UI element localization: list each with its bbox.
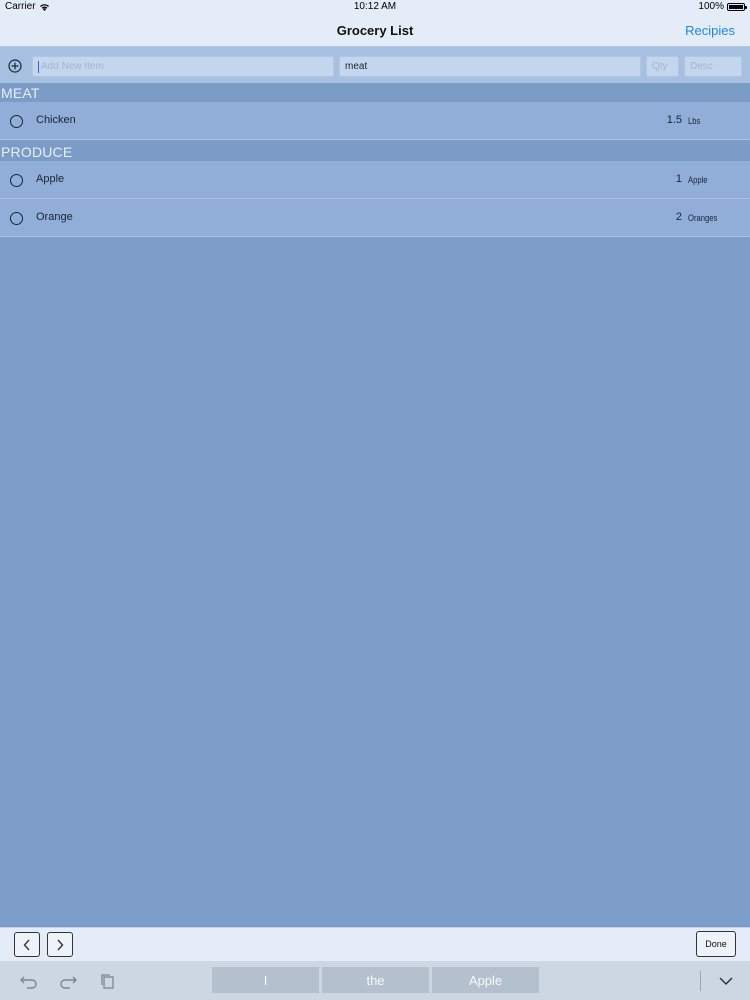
section-title: MEAT — [1, 84, 40, 101]
item-name: Chicken — [36, 114, 76, 126]
paste-icon[interactable] — [98, 973, 118, 989]
keyboard-toolbar: Done — [0, 927, 750, 961]
status-bar: Carrier 10:12 AM 100% — [0, 0, 750, 14]
text-caret — [38, 60, 39, 73]
recipes-button[interactable]: Recipies — [685, 23, 735, 38]
battery-info: 100% — [698, 1, 747, 12]
page-title: Grocery List — [336, 23, 414, 38]
item-qty: 2 — [675, 211, 682, 223]
next-field-button[interactable] — [47, 932, 73, 957]
suggestion-3[interactable]: Apple — [432, 967, 539, 993]
checkbox-circle-icon[interactable] — [10, 212, 23, 225]
suggestion-2[interactable]: the — [322, 967, 429, 993]
battery-icon — [727, 2, 747, 11]
add-circle-icon[interactable] — [8, 59, 22, 73]
divider — [700, 971, 701, 991]
redo-icon[interactable] — [58, 973, 78, 989]
item-name-placeholder: Add New Item — [41, 61, 104, 72]
chevron-right-icon — [57, 939, 64, 950]
previous-field-button[interactable] — [14, 932, 40, 957]
chevron-left-icon — [23, 939, 30, 950]
navigation-bar: Grocery List Recipies — [0, 14, 750, 47]
category-value: meat — [345, 61, 368, 72]
checkbox-circle-icon[interactable] — [10, 174, 23, 187]
battery-percent: 100% — [698, 1, 724, 12]
item-name: Apple — [36, 173, 65, 185]
predictive-text-bar: I the Apple — [0, 961, 750, 1000]
item-qty: 1 — [675, 173, 682, 185]
dismiss-keyboard-icon[interactable] — [718, 974, 734, 988]
qty-input[interactable]: Qty — [646, 56, 679, 77]
section-header-meat: MEAT — [0, 83, 750, 102]
desc-placeholder: Desc — [690, 61, 713, 72]
suggestion-1[interactable]: I — [212, 967, 319, 993]
list-item[interactable]: Apple 1 Apple — [0, 161, 750, 199]
list-item[interactable]: Chicken 1.5 Lbs — [0, 102, 750, 140]
desc-input[interactable]: Desc — [684, 56, 742, 77]
section-header-produce: PRODUCE — [0, 142, 750, 161]
item-unit: Apple — [688, 175, 708, 185]
add-item-bar: Add New Item meat Qty Desc — [0, 47, 750, 83]
item-name: Orange — [36, 211, 73, 223]
section-title: PRODUCE — [1, 143, 73, 160]
item-unit: Lbs — [688, 116, 701, 126]
list-item[interactable]: Orange 2 Oranges — [0, 199, 750, 237]
item-qty: 1.5 — [666, 114, 682, 126]
checkbox-circle-icon[interactable] — [10, 115, 23, 128]
qty-placeholder: Qty — [652, 61, 668, 72]
item-unit: Oranges — [688, 213, 718, 223]
done-button[interactable]: Done — [696, 931, 736, 957]
category-input[interactable]: meat — [339, 56, 641, 77]
undo-icon[interactable] — [19, 973, 39, 989]
item-name-input[interactable]: Add New Item — [32, 56, 334, 77]
status-time: 10:12 AM — [353, 1, 397, 12]
